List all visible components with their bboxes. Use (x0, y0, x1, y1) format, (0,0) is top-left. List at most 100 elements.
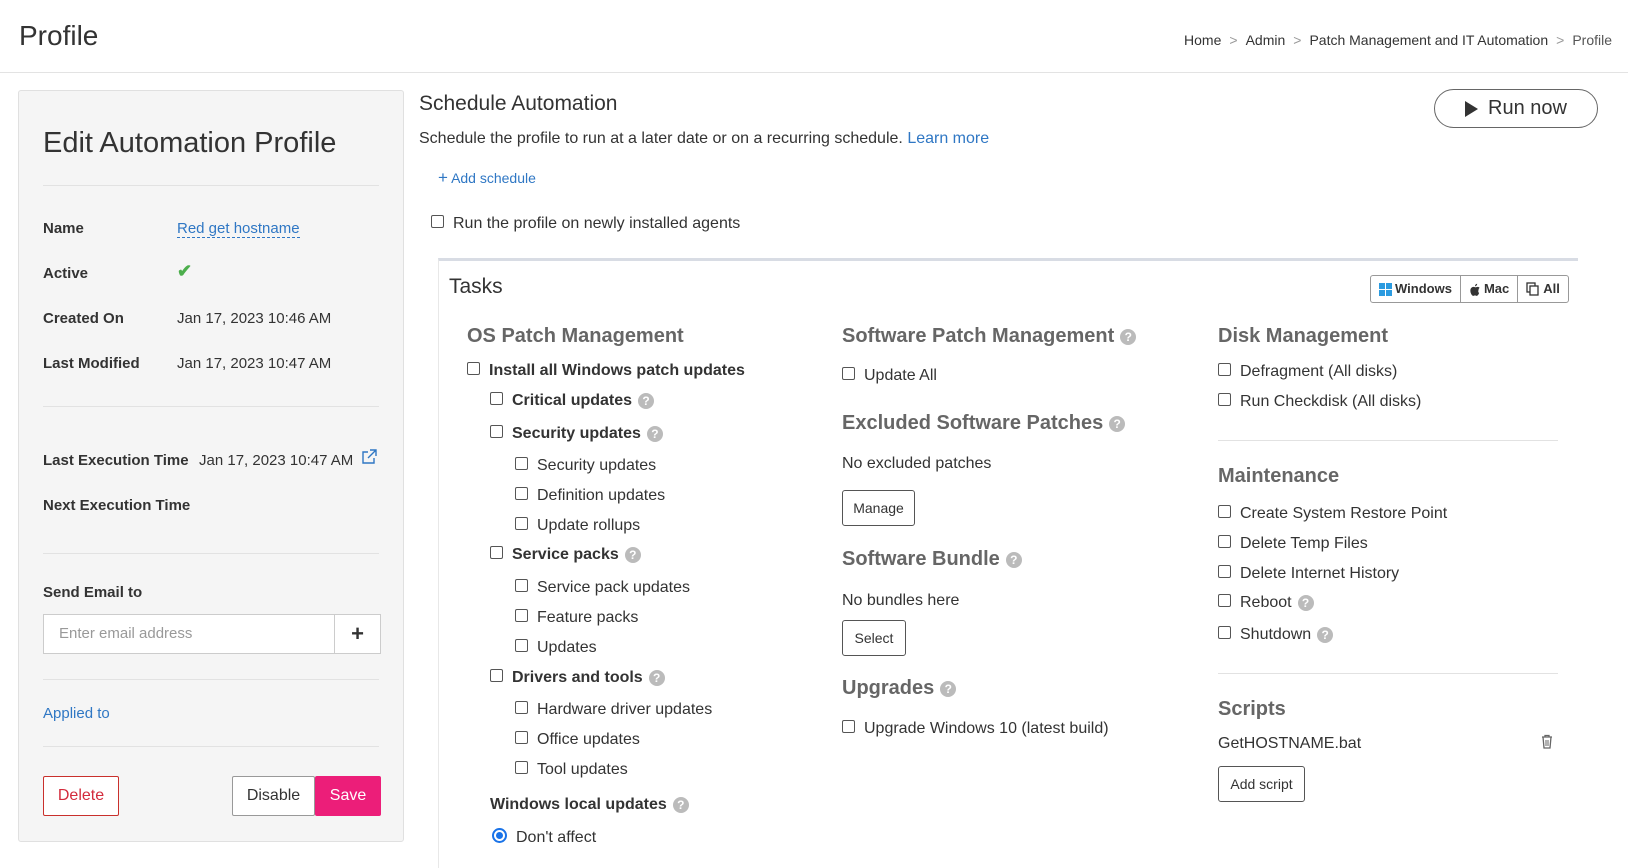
help-icon[interactable]: ? (649, 670, 665, 686)
last-modified-label: Last Modified (43, 355, 140, 372)
top-bar: Profile Home > Admin > Patch Management … (0, 0, 1628, 73)
update-all-checkbox[interactable] (842, 367, 855, 380)
software-patch-title: Software Patch Management? (842, 325, 1136, 348)
hardware-driver-checkbox[interactable] (515, 701, 528, 714)
security-checkbox[interactable] (490, 425, 503, 438)
shutdown-row: Shutdown? (1218, 626, 1333, 644)
add-script-button[interactable]: Add script (1218, 766, 1305, 802)
help-icon[interactable]: ? (673, 797, 689, 813)
profile-name-link[interactable]: Red get hostname (177, 220, 300, 238)
run-new-agents-checkbox[interactable] (431, 215, 444, 228)
critical-checkbox[interactable] (490, 392, 503, 405)
breadcrumb-separator: > (1556, 32, 1564, 48)
last-execution-value: Jan 17, 2023 10:47 AM (199, 452, 353, 469)
drivers-checkbox[interactable] (490, 669, 503, 682)
shutdown-checkbox[interactable] (1218, 626, 1231, 639)
tasks-title: Tasks (449, 275, 503, 299)
email-input[interactable]: Enter email address (43, 614, 335, 654)
drivers-label: Drivers and tools (512, 669, 643, 686)
help-icon[interactable]: ? (1120, 329, 1136, 345)
install-all-row: Install all Windows patch updates (467, 362, 745, 380)
checkdisk-checkbox[interactable] (1218, 393, 1231, 406)
applied-to-link[interactable]: Applied to (43, 705, 110, 722)
help-icon[interactable]: ? (1006, 552, 1022, 568)
breadcrumb-separator: > (1293, 32, 1301, 48)
defragment-row: Defragment (All disks) (1218, 363, 1397, 381)
temp-files-checkbox[interactable] (1218, 535, 1231, 548)
critical-row: Critical updates? (490, 392, 654, 410)
help-icon[interactable]: ? (625, 547, 641, 563)
schedule-title: Schedule Automation (419, 92, 617, 116)
script-link[interactable]: GetHOSTNAME.bat (1218, 735, 1361, 753)
security-sub-checkbox[interactable] (515, 457, 528, 470)
reboot-checkbox[interactable] (1218, 594, 1231, 607)
upgrade-win10-checkbox[interactable] (842, 720, 855, 733)
divider (1218, 440, 1558, 441)
disable-button[interactable]: Disable (232, 776, 315, 816)
run-new-agents-row: Run the profile on newly installed agent… (431, 215, 740, 233)
add-email-button[interactable]: + (334, 614, 381, 654)
run-now-button[interactable]: Run now (1434, 89, 1598, 128)
trash-icon[interactable] (1541, 734, 1553, 749)
update-all-label: Update All (864, 367, 937, 384)
tab-all[interactable]: All (1518, 276, 1568, 302)
tool-updates-checkbox[interactable] (515, 761, 528, 774)
divider (1218, 673, 1558, 674)
dont-affect-row: Don't affect (492, 829, 596, 847)
divider (43, 185, 379, 186)
breadcrumb-patch-management[interactable]: Patch Management and IT Automation (1309, 32, 1548, 48)
local-updates-label: Windows local updates (490, 796, 667, 813)
run-now-label: Run now (1488, 97, 1567, 120)
help-icon[interactable]: ? (940, 681, 956, 697)
help-icon[interactable]: ? (1317, 627, 1333, 643)
help-icon[interactable]: ? (638, 393, 654, 409)
os-filter-tabs: Windows Mac All (1370, 275, 1569, 303)
delete-button[interactable]: Delete (43, 776, 119, 816)
manage-button[interactable]: Manage (842, 490, 915, 526)
defragment-checkbox[interactable] (1218, 363, 1231, 376)
software-bundle-title-text: Software Bundle (842, 548, 1000, 570)
tab-windows[interactable]: Windows (1371, 276, 1461, 302)
updates-checkbox[interactable] (515, 639, 528, 652)
tab-all-label: All (1543, 276, 1560, 302)
service-pack-updates-label: Service pack updates (537, 579, 690, 596)
maintenance-title: Maintenance (1218, 465, 1339, 488)
add-schedule-link[interactable]: + Add schedule (438, 168, 536, 188)
rollups-row: Update rollups (515, 517, 640, 535)
service-pack-updates-checkbox[interactable] (515, 579, 528, 592)
rollups-checkbox[interactable] (515, 517, 528, 530)
critical-label: Critical updates (512, 392, 632, 409)
definition-checkbox[interactable] (515, 487, 528, 500)
panel-title: Edit Automation Profile (43, 127, 336, 160)
next-execution-label: Next Execution Time (43, 497, 190, 514)
learn-more-link[interactable]: Learn more (907, 130, 989, 147)
restore-point-checkbox[interactable] (1218, 505, 1231, 518)
dont-affect-radio[interactable] (492, 828, 507, 843)
tab-mac-label: Mac (1484, 276, 1509, 302)
send-email-label: Send Email to (43, 584, 142, 601)
save-button[interactable]: Save (315, 776, 381, 816)
breadcrumb-home[interactable]: Home (1184, 32, 1221, 48)
external-link-icon[interactable] (361, 449, 377, 465)
help-icon[interactable]: ? (1298, 595, 1314, 611)
office-updates-row: Office updates (515, 731, 640, 749)
breadcrumb-admin[interactable]: Admin (1246, 32, 1286, 48)
feature-packs-checkbox[interactable] (515, 609, 528, 622)
office-updates-checkbox[interactable] (515, 731, 528, 744)
schedule-description-text: Schedule the profile to run at a later d… (419, 130, 903, 147)
upgrades-title-text: Upgrades (842, 677, 934, 699)
service-packs-checkbox[interactable] (490, 546, 503, 559)
divider (43, 746, 379, 747)
temp-files-row: Delete Temp Files (1218, 535, 1368, 553)
help-icon[interactable]: ? (1109, 416, 1125, 432)
internet-history-checkbox[interactable] (1218, 565, 1231, 578)
help-icon[interactable]: ? (647, 426, 663, 442)
select-bundle-button[interactable]: Select (842, 620, 906, 656)
drivers-row: Drivers and tools? (490, 669, 665, 687)
windows-icon (1379, 283, 1392, 296)
plus-icon: + (438, 168, 448, 187)
checkmark-icon: ✔ (177, 261, 192, 281)
install-all-checkbox[interactable] (467, 362, 480, 375)
tab-mac[interactable]: Mac (1461, 276, 1518, 302)
feature-packs-label: Feature packs (537, 609, 638, 626)
